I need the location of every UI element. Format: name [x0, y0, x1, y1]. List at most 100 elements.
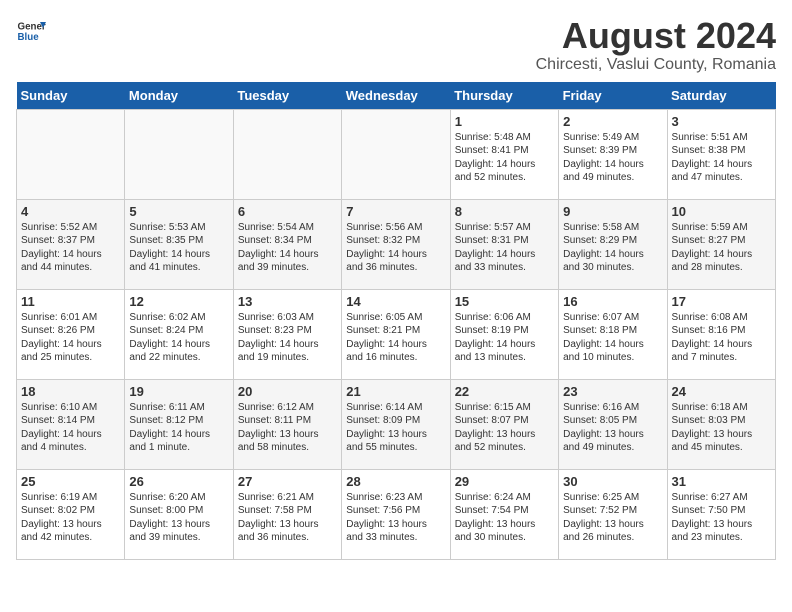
day-number: 23 — [563, 384, 662, 399]
day-info: Sunrise: 6:02 AM Sunset: 8:24 PM Dayligh… — [129, 311, 228, 365]
calendar-cell: 11Sunrise: 6:01 AM Sunset: 8:26 PM Dayli… — [17, 289, 125, 379]
day-number: 15 — [455, 294, 554, 309]
calendar-cell: 28 Sunrise: 6:23 AM Sunset: 7:56 PM Dayli… — [342, 469, 450, 559]
calendar-cell: 9 Sunrise: 5:58 AM Sunset: 8:29 PM Daylig… — [559, 199, 667, 289]
calendar-cell: 5 Sunrise: 5:53 AM Sunset: 8:35 PM Daylig… — [125, 199, 233, 289]
day-info: Sunrise: 5:48 AM Sunset: 8:41 PM Dayligh… — [455, 131, 554, 185]
day-info: Sunrise: 6:25 AM Sunset: 7:52 PM Dayligh… — [563, 491, 662, 545]
calendar-cell: 16 Sunrise: 6:07 AM Sunset: 8:18 PM Dayli… — [559, 289, 667, 379]
day-info: Sunrise: 6:06 AM Sunset: 8:19 PM Dayligh… — [455, 311, 554, 365]
day-header-friday: Friday — [559, 82, 667, 110]
week-row-3: 11Sunrise: 6:01 AM Sunset: 8:26 PM Dayli… — [17, 289, 776, 379]
calendar-cell: 19 Sunrise: 6:11 AM Sunset: 8:12 PM Dayli… — [125, 379, 233, 469]
day-info: Sunrise: 6:19 AM Sunset: 8:02 PM Dayligh… — [21, 491, 120, 545]
day-info: Sunrise: 6:03 AM Sunset: 8:23 PM Dayligh… — [238, 311, 337, 365]
logo-icon: General Blue — [16, 16, 46, 46]
calendar-cell — [342, 109, 450, 199]
calendar-body: 1 Sunrise: 5:48 AM Sunset: 8:41 PM Daylig… — [17, 109, 776, 559]
day-info: Sunrise: 6:24 AM Sunset: 7:54 PM Dayligh… — [455, 491, 554, 545]
day-info: Sunrise: 6:07 AM Sunset: 8:18 PM Dayligh… — [563, 311, 662, 365]
calendar-cell: 2Sunrise: 5:49 AM Sunset: 8:39 PM Daylig… — [559, 109, 667, 199]
day-number: 27 — [238, 474, 337, 489]
day-number: 5 — [129, 204, 228, 219]
day-info: Sunrise: 5:54 AM Sunset: 8:34 PM Dayligh… — [238, 221, 337, 275]
calendar-cell: 22 Sunrise: 6:15 AM Sunset: 8:07 PM Dayli… — [450, 379, 558, 469]
calendar-cell: 10Sunrise: 5:59 AM Sunset: 8:27 PM Dayli… — [667, 199, 775, 289]
day-number: 26 — [129, 474, 228, 489]
calendar-cell: 30 Sunrise: 6:25 AM Sunset: 7:52 PM Dayli… — [559, 469, 667, 559]
day-number: 17 — [672, 294, 771, 309]
day-info: Sunrise: 6:12 AM Sunset: 8:11 PM Dayligh… — [238, 401, 337, 455]
day-number: 7 — [346, 204, 445, 219]
day-header-row: SundayMondayTuesdayWednesdayThursdayFrid… — [17, 82, 776, 110]
calendar-cell: 27 Sunrise: 6:21 AM Sunset: 7:58 PM Dayli… — [233, 469, 341, 559]
calendar-cell: 4 Sunrise: 5:52 AM Sunset: 8:37 PM Daylig… — [17, 199, 125, 289]
day-number: 21 — [346, 384, 445, 399]
day-number: 19 — [129, 384, 228, 399]
day-header-wednesday: Wednesday — [342, 82, 450, 110]
day-info: Sunrise: 5:57 AM Sunset: 8:31 PM Dayligh… — [455, 221, 554, 275]
day-number: 29 — [455, 474, 554, 489]
week-row-1: 1 Sunrise: 5:48 AM Sunset: 8:41 PM Daylig… — [17, 109, 776, 199]
day-number: 4 — [21, 204, 120, 219]
calendar-table: SundayMondayTuesdayWednesdayThursdayFrid… — [16, 82, 776, 560]
day-number: 18 — [21, 384, 120, 399]
day-number: 24 — [672, 384, 771, 399]
day-info: Sunrise: 6:15 AM Sunset: 8:07 PM Dayligh… — [455, 401, 554, 455]
day-number: 9 — [563, 204, 662, 219]
day-header-tuesday: Tuesday — [233, 82, 341, 110]
day-info: Sunrise: 6:16 AM Sunset: 8:05 PM Dayligh… — [563, 401, 662, 455]
day-info: Sunrise: 6:05 AM Sunset: 8:21 PM Dayligh… — [346, 311, 445, 365]
day-number: 16 — [563, 294, 662, 309]
calendar-cell: 6Sunrise: 5:54 AM Sunset: 8:34 PM Daylig… — [233, 199, 341, 289]
calendar-cell: 14 Sunrise: 6:05 AM Sunset: 8:21 PM Dayli… — [342, 289, 450, 379]
calendar-cell: 31 Sunrise: 6:27 AM Sunset: 7:50 PM Dayli… — [667, 469, 775, 559]
day-number: 3 — [672, 114, 771, 129]
week-row-4: 18 Sunrise: 6:10 AM Sunset: 8:14 PM Dayli… — [17, 379, 776, 469]
day-header-saturday: Saturday — [667, 82, 775, 110]
day-info: Sunrise: 6:21 AM Sunset: 7:58 PM Dayligh… — [238, 491, 337, 545]
day-info: Sunrise: 5:51 AM Sunset: 8:38 PM Dayligh… — [672, 131, 771, 185]
day-number: 1 — [455, 114, 554, 129]
calendar-cell: 25 Sunrise: 6:19 AM Sunset: 8:02 PM Dayli… — [17, 469, 125, 559]
calendar-cell — [233, 109, 341, 199]
calendar-cell: 23 Sunrise: 6:16 AM Sunset: 8:05 PM Dayli… — [559, 379, 667, 469]
calendar-cell: 29 Sunrise: 6:24 AM Sunset: 7:54 PM Dayli… — [450, 469, 558, 559]
calendar-header: SundayMondayTuesdayWednesdayThursdayFrid… — [17, 82, 776, 110]
day-info: Sunrise: 6:23 AM Sunset: 7:56 PM Dayligh… — [346, 491, 445, 545]
calendar-cell — [17, 109, 125, 199]
day-info: Sunrise: 5:53 AM Sunset: 8:35 PM Dayligh… — [129, 221, 228, 275]
calendar-cell: 20Sunrise: 6:12 AM Sunset: 8:11 PM Dayli… — [233, 379, 341, 469]
calendar-cell: 18 Sunrise: 6:10 AM Sunset: 8:14 PM Dayli… — [17, 379, 125, 469]
day-header-monday: Monday — [125, 82, 233, 110]
day-number: 14 — [346, 294, 445, 309]
day-info: Sunrise: 6:10 AM Sunset: 8:14 PM Dayligh… — [21, 401, 120, 455]
day-info: Sunrise: 6:11 AM Sunset: 8:12 PM Dayligh… — [129, 401, 228, 455]
calendar-cell: 15 Sunrise: 6:06 AM Sunset: 8:19 PM Dayli… — [450, 289, 558, 379]
day-header-thursday: Thursday — [450, 82, 558, 110]
day-info: Sunrise: 6:08 AM Sunset: 8:16 PM Dayligh… — [672, 311, 771, 365]
calendar-subtitle: Chircesti, Vaslui County, Romania — [536, 56, 776, 74]
day-info: Sunrise: 5:49 AM Sunset: 8:39 PM Dayligh… — [563, 131, 662, 185]
calendar-cell — [125, 109, 233, 199]
day-number: 30 — [563, 474, 662, 489]
day-info: Sunrise: 5:52 AM Sunset: 8:37 PM Dayligh… — [21, 221, 120, 275]
calendar-cell: 8Sunrise: 5:57 AM Sunset: 8:31 PM Daylig… — [450, 199, 558, 289]
day-info: Sunrise: 5:58 AM Sunset: 8:29 PM Dayligh… — [563, 221, 662, 275]
day-number: 25 — [21, 474, 120, 489]
calendar-cell: 17 Sunrise: 6:08 AM Sunset: 8:16 PM Dayli… — [667, 289, 775, 379]
calendar-cell: 21Sunrise: 6:14 AM Sunset: 8:09 PM Dayli… — [342, 379, 450, 469]
day-number: 28 — [346, 474, 445, 489]
day-number: 10 — [672, 204, 771, 219]
day-number: 22 — [455, 384, 554, 399]
logo: General Blue — [16, 16, 46, 46]
week-row-2: 4 Sunrise: 5:52 AM Sunset: 8:37 PM Daylig… — [17, 199, 776, 289]
header: General Blue August 2024 Chircesti, Vasl… — [16, 16, 776, 74]
day-header-sunday: Sunday — [17, 82, 125, 110]
day-info: Sunrise: 6:27 AM Sunset: 7:50 PM Dayligh… — [672, 491, 771, 545]
day-number: 12 — [129, 294, 228, 309]
day-number: 31 — [672, 474, 771, 489]
day-number: 13 — [238, 294, 337, 309]
day-info: Sunrise: 5:56 AM Sunset: 8:32 PM Dayligh… — [346, 221, 445, 275]
svg-text:Blue: Blue — [18, 32, 40, 43]
